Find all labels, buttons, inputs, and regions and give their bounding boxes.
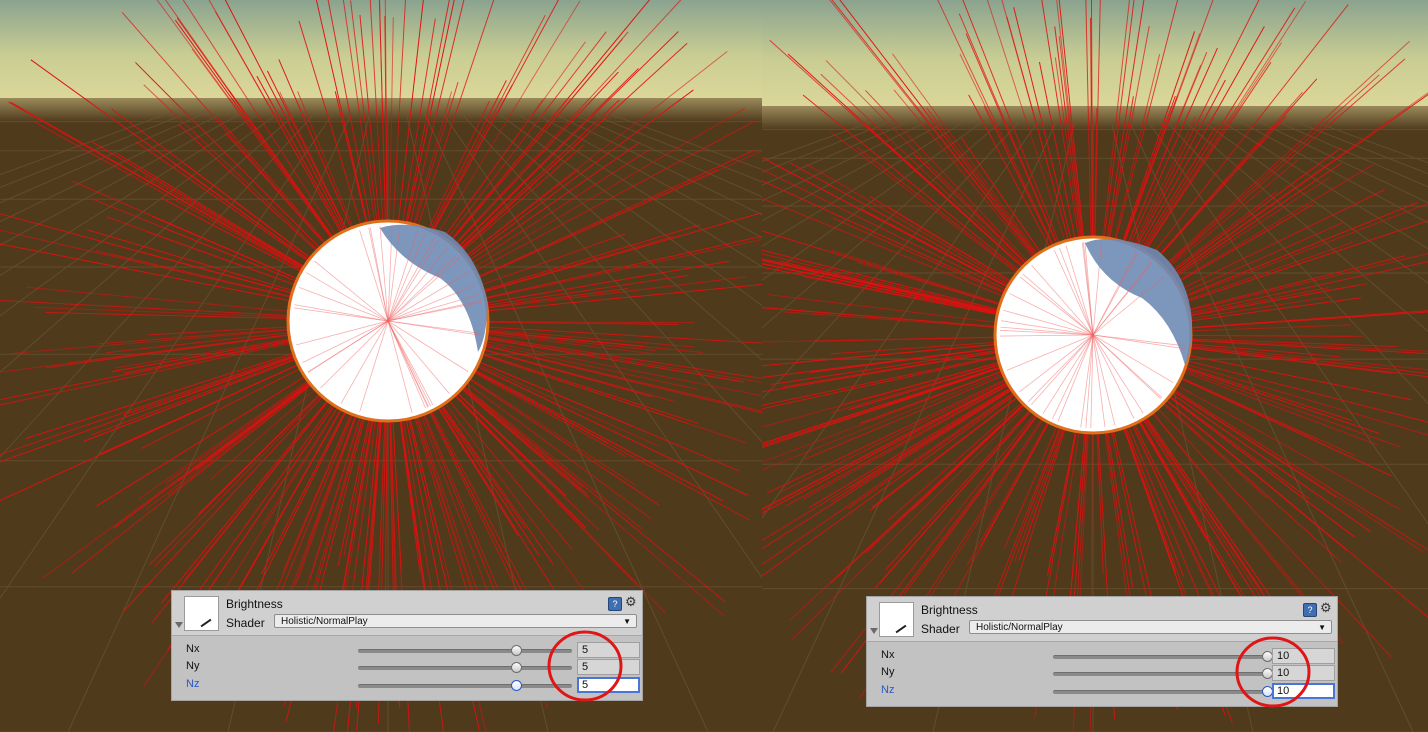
number-field[interactable]: 10 — [1272, 648, 1335, 664]
property-row-nz: Nz 5 — [172, 676, 642, 694]
material-preview-thumbnail — [879, 602, 914, 637]
material-title: Brightness — [226, 597, 283, 611]
gear-icon[interactable]: ⚙ — [625, 595, 639, 609]
shader-dropdown[interactable]: Holistic/NormalPlay ▼ — [274, 614, 637, 628]
chevron-down-icon: ▼ — [623, 617, 631, 626]
property-label: Ny — [881, 666, 895, 678]
gear-icon[interactable]: ⚙ — [1320, 601, 1334, 615]
property-label: Nx — [186, 643, 200, 655]
help-book-icon[interactable]: ? — [1303, 603, 1317, 617]
property-row-nx: Nx 10 — [867, 647, 1337, 665]
property-label: Nz — [881, 684, 895, 696]
foldout-arrow-icon[interactable] — [870, 628, 878, 634]
number-field[interactable]: 5 — [577, 677, 640, 693]
property-row-ny: Ny 10 — [867, 664, 1337, 682]
slider-track[interactable] — [358, 649, 572, 653]
slider-thumb[interactable] — [511, 645, 523, 656]
property-label: Ny — [186, 660, 200, 672]
material-header: Brightness ? ⚙ Shader Holistic/NormalPla… — [172, 591, 642, 636]
number-field[interactable]: 5 — [577, 659, 640, 675]
material-inspector-right: Brightness ? ⚙ Shader Holistic/NormalPla… — [866, 596, 1338, 707]
number-field[interactable]: 10 — [1272, 683, 1335, 699]
shader-dropdown[interactable]: Holistic/NormalPlay ▼ — [969, 620, 1332, 634]
slider-track[interactable] — [358, 666, 572, 670]
property-label: Nz — [186, 678, 200, 690]
shader-label: Shader — [921, 622, 960, 636]
shader-dropdown-value: Holistic/NormalPlay — [281, 616, 368, 627]
number-field[interactable]: 10 — [1272, 665, 1335, 681]
material-header: Brightness ? ⚙ Shader Holistic/NormalPla… — [867, 597, 1337, 642]
help-book-icon[interactable]: ? — [608, 597, 622, 611]
slider-track[interactable] — [358, 684, 572, 688]
property-row-ny: Ny 5 — [172, 658, 642, 676]
property-label: Nx — [881, 649, 895, 661]
horizon-haze — [0, 98, 762, 122]
property-row-nx: Nx 5 — [172, 641, 642, 659]
shader-label: Shader — [226, 616, 265, 630]
foldout-arrow-icon[interactable] — [175, 622, 183, 628]
material-preview-thumbnail — [184, 596, 219, 631]
number-field[interactable]: 5 — [577, 642, 640, 658]
sky — [762, 0, 1428, 108]
chevron-down-icon: ▼ — [1318, 623, 1326, 632]
slider-thumb[interactable] — [511, 662, 523, 673]
property-row-nz: Nz 10 — [867, 682, 1337, 700]
slider-track[interactable] — [1053, 672, 1267, 676]
material-title: Brightness — [921, 603, 978, 617]
slider-thumb[interactable] — [511, 680, 523, 691]
slider-track[interactable] — [1053, 655, 1267, 659]
slider-track[interactable] — [1053, 690, 1267, 694]
material-inspector-left: Brightness ? ⚙ Shader Holistic/NormalPla… — [171, 590, 643, 701]
shader-dropdown-value: Holistic/NormalPlay — [976, 622, 1063, 633]
